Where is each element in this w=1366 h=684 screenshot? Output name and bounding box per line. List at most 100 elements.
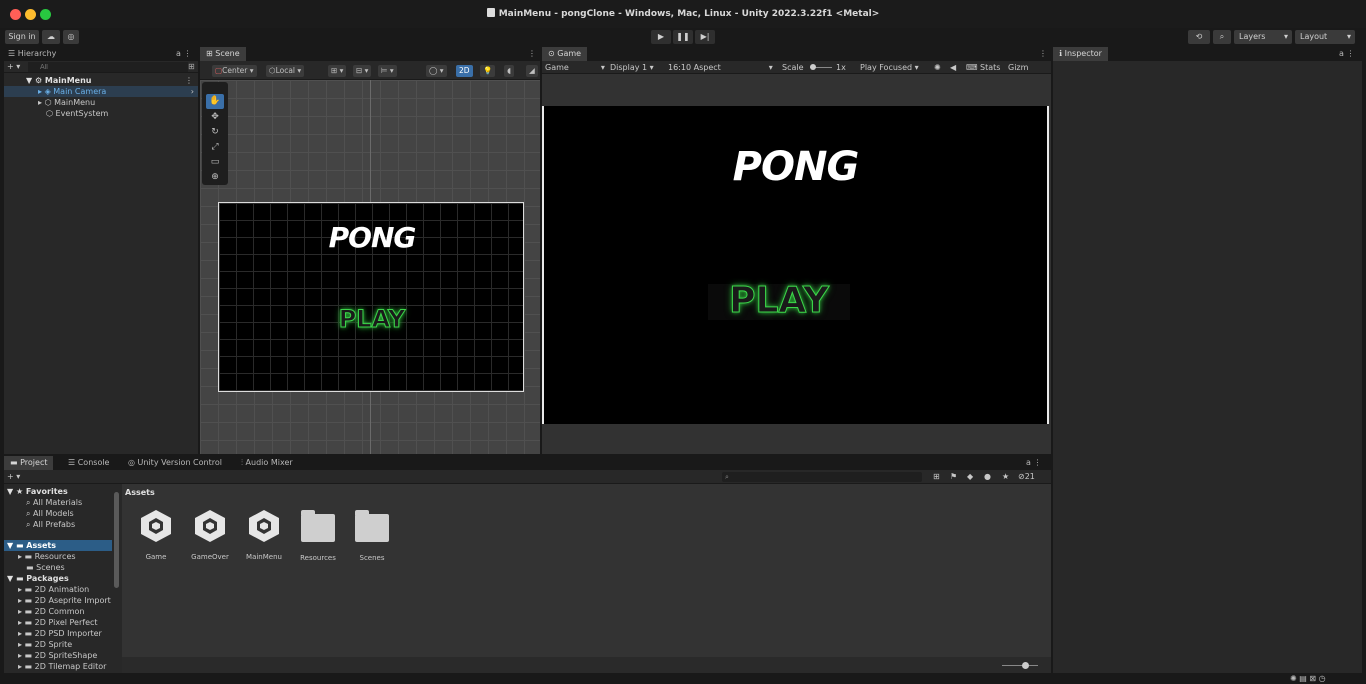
tab-scene[interactable]: ⊞ Scene: [200, 47, 246, 61]
display-dropdown[interactable]: Display 1 ▾: [610, 62, 654, 73]
scale-tool-icon[interactable]: ⤢: [204, 140, 226, 155]
asset-folder-item[interactable]: ▸ ▬ Resources: [18, 551, 76, 562]
effects-toggle-icon[interactable]: ◢: [526, 65, 538, 77]
rect-tool-icon[interactable]: ▭: [204, 155, 226, 170]
network-icon[interactable]: ⊠: [1309, 674, 1316, 683]
tab-audio-mixer[interactable]: ⫶ Audio Mixer: [241, 456, 293, 470]
hierarchy-item-mainmenu[interactable]: ▸ ⬡ MainMenu: [38, 97, 95, 108]
package-item[interactable]: ▸ ▬ 2D SpriteShape: [18, 650, 97, 661]
hierarchy-item-main-camera[interactable]: ▸ ◈ Main Camera ›: [4, 86, 198, 97]
project-search-input[interactable]: ⌕: [722, 472, 922, 482]
assets-breadcrumb[interactable]: Assets: [125, 487, 155, 498]
favorite-item[interactable]: ⌕ All Prefabs: [26, 519, 75, 530]
search-icon[interactable]: ⌕: [1213, 30, 1231, 44]
create-asset-button[interactable]: + ▾: [7, 471, 20, 482]
bug-report-icon[interactable]: ✺: [1290, 674, 1297, 683]
asset-item-scenes[interactable]: Scenes: [350, 510, 394, 562]
cloud-icon[interactable]: ☁: [42, 30, 60, 44]
layout-dropdown[interactable]: Layout ▾: [1295, 30, 1355, 44]
favorite-item[interactable]: ⌕ All Models: [26, 508, 74, 519]
lock-icon[interactable]: a ⋮: [176, 47, 191, 61]
package-icon[interactable]: ▤: [1299, 674, 1307, 683]
layers-dropdown[interactable]: Layers ▾: [1234, 30, 1292, 44]
lock-icon[interactable]: a ⋮: [1026, 456, 1041, 470]
favorites-section[interactable]: ▼ ★ Favorites: [7, 486, 68, 497]
play-button[interactable]: ▶: [651, 30, 671, 44]
scene-canvas-preview[interactable]: PONG PLAY: [218, 202, 524, 392]
scene-menu-icon[interactable]: ⋮: [185, 75, 193, 86]
game-mode-dropdown[interactable]: Game ▾: [545, 62, 605, 73]
asset-item-game[interactable]: Game: [134, 508, 178, 561]
package-item[interactable]: ▸ ▬ 2D Common: [18, 606, 85, 617]
package-item[interactable]: ▸ ▬ 2D PSD Importer: [18, 628, 102, 639]
filter-by-type-icon[interactable]: ⊞: [933, 471, 940, 482]
asset-folder-item[interactable]: ▬ Scenes: [26, 562, 65, 573]
collab-icon[interactable]: ◎: [63, 30, 79, 44]
hidden-packages-button[interactable]: ⊘21: [1018, 471, 1035, 482]
hierarchy-search-input[interactable]: [28, 62, 188, 72]
assets-section[interactable]: ▼ ▬ Assets: [4, 540, 112, 551]
scale-slider[interactable]: [810, 64, 832, 70]
stats-button[interactable]: Stats: [980, 62, 1000, 73]
hand-tool-icon[interactable]: ✋: [206, 94, 224, 109]
tree-scrollbar[interactable]: [114, 492, 119, 588]
play-focused-dropdown[interactable]: Play Focused ▾: [860, 62, 919, 73]
grid-snap-button[interactable]: ⊞ ▾: [328, 65, 347, 77]
filter-by-label-icon[interactable]: ⚑: [950, 471, 957, 482]
tab-console[interactable]: ☰ Console: [68, 456, 109, 470]
icon-size-slider[interactable]: [1002, 662, 1038, 669]
packages-section[interactable]: ▼ ▬ Packages: [7, 573, 69, 584]
scale-slider-thumb[interactable]: [810, 64, 816, 70]
lighting-toggle-icon[interactable]: 💡: [480, 65, 496, 77]
tab-inspector[interactable]: ℹ Inspector: [1053, 47, 1108, 61]
game-viewport[interactable]: PONG PLAY: [542, 106, 1049, 424]
hierarchy-tab-label: Hierarchy: [17, 49, 57, 58]
sign-in-button[interactable]: Sign in: [5, 30, 39, 44]
tag-icon[interactable]: ◆: [967, 471, 973, 482]
info-icon[interactable]: ●: [984, 471, 991, 482]
hierarchy-item-eventsystem[interactable]: ⬡ EventSystem: [46, 108, 108, 119]
snap-increment-button[interactable]: ⊟ ▾: [353, 65, 372, 77]
hierarchy-scene-root[interactable]: ▼ ⚙ MainMenu: [26, 75, 91, 86]
asset-item-gameover[interactable]: GameOver: [188, 508, 232, 561]
tab-project[interactable]: ▬ Project: [4, 456, 54, 470]
asset-item-resources[interactable]: Resources: [296, 510, 340, 562]
package-item[interactable]: ▸ ▬ 2D Aseprite Import: [18, 595, 111, 606]
favorite-item[interactable]: ⌕ All Materials: [26, 497, 82, 508]
gizmos-button[interactable]: Gizm: [1008, 62, 1028, 73]
scene-menu-icon[interactable]: ⋮: [528, 47, 536, 61]
add-object-button[interactable]: + ▾: [7, 61, 20, 72]
filter-icon[interactable]: ⊞: [188, 61, 195, 72]
pause-button[interactable]: ❚❚: [673, 30, 693, 44]
pivot-dropdown[interactable]: ▢Center ▾: [212, 65, 257, 77]
bug-icon[interactable]: ✺: [934, 62, 941, 73]
favorite-star-icon[interactable]: ★: [1002, 471, 1009, 482]
package-item[interactable]: ▸ ▬ 2D Pixel Perfect: [18, 617, 98, 628]
history-icon[interactable]: ⟲: [1188, 30, 1210, 44]
game-play-button[interactable]: PLAY: [544, 280, 1014, 322]
asset-item-mainmenu[interactable]: MainMenu: [242, 508, 286, 561]
tab-game[interactable]: ⊙ Game: [542, 47, 588, 61]
package-item[interactable]: ▸ ▬ 2D Tilemap Editor: [18, 661, 106, 672]
lock-icon[interactable]: a ⋮: [1339, 47, 1354, 61]
game-menu-icon[interactable]: ⋮: [1039, 47, 1047, 61]
shading-dropdown[interactable]: ◯ ▾: [426, 65, 447, 77]
aspect-dropdown[interactable]: 16:10 Aspect ▾: [668, 62, 773, 73]
package-item[interactable]: ▸ ▬ 2D Sprite: [18, 639, 72, 650]
audio-toggle-icon[interactable]: ◖: [504, 65, 514, 77]
move-tool-icon[interactable]: ✥: [204, 110, 226, 125]
mute-audio-icon[interactable]: ◀: [950, 62, 956, 73]
progress-icon[interactable]: ◷: [1319, 674, 1326, 683]
package-item[interactable]: ▸ ▬ 2D Animation: [18, 584, 89, 595]
space-dropdown[interactable]: ⬡Local ▾: [266, 65, 305, 77]
align-button[interactable]: ⊨ ▾: [378, 65, 397, 77]
keyboard-icon[interactable]: ⌨: [966, 62, 978, 73]
tab-unity-version-control[interactable]: ◎ Unity Version Control: [128, 456, 222, 470]
rotate-tool-icon[interactable]: ↻: [204, 125, 226, 140]
mode-2d-toggle[interactable]: 2D: [456, 65, 473, 77]
step-button[interactable]: ▶|: [695, 30, 715, 44]
scene-viewport[interactable]: ✋ ✥ ↻ ⤢ ▭ ⊕ PONG PLAY: [200, 80, 540, 454]
tab-hierarchy[interactable]: ☰ Hierarchy: [8, 47, 56, 61]
transform-tool-icon[interactable]: ⊕: [204, 170, 226, 185]
icon-size-slider-thumb[interactable]: [1022, 662, 1029, 669]
